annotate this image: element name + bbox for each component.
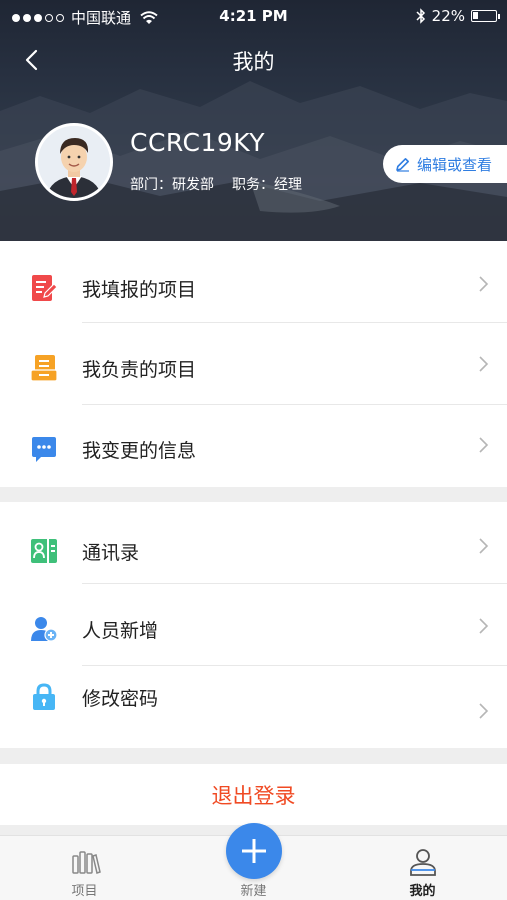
- tab-mine[interactable]: 我的: [338, 836, 507, 900]
- menu-group-projects: 我填报的项目 我负责的项目 我变更的信息: [0, 241, 507, 487]
- menu-item-label: 修改密码: [82, 688, 159, 710]
- username: CCRC19KY: [130, 128, 266, 157]
- menu-item-change-password[interactable]: 修改密码: [0, 666, 507, 748]
- menu-item-responsible-projects[interactable]: 我负责的项目: [0, 323, 507, 405]
- menu-item-label: 我变更的信息: [82, 440, 197, 462]
- menu-item-label: 通讯录: [82, 542, 140, 564]
- status-right: 22%: [416, 7, 500, 25]
- avatar[interactable]: [35, 123, 113, 201]
- department-label: 部门：研发部: [130, 177, 214, 193]
- chevron-right-icon: [479, 276, 489, 292]
- logout-button[interactable]: 退出登录: [0, 764, 507, 825]
- chevron-right-icon: [479, 437, 489, 453]
- person-icon: [409, 849, 436, 876]
- chat-bubble-icon: [32, 437, 56, 462]
- chevron-right-icon: [479, 618, 489, 634]
- tab-projects[interactable]: 项目: [0, 836, 169, 900]
- chevron-right-icon: [479, 538, 489, 554]
- bluetooth-icon: [416, 8, 425, 24]
- pencil-icon: [396, 158, 409, 172]
- tab-label: 我的: [409, 884, 436, 899]
- page-title: 我的: [232, 50, 275, 74]
- user-add-icon: [31, 617, 58, 642]
- chevron-right-icon: [479, 703, 489, 719]
- menu-item-contacts[interactable]: 通讯录: [0, 502, 507, 584]
- battery-icon: [471, 10, 500, 22]
- profile-header: 中国联通 4:21 PM 22% 我的 CCRC19KY 部门：研发部 职务：经…: [0, 0, 507, 241]
- edit-profile-label: 编辑或查看: [417, 155, 493, 174]
- menu-item-label: 人员新增: [82, 620, 159, 642]
- menu-item-label: 我填报的项目: [82, 279, 197, 301]
- edit-profile-button[interactable]: 编辑或查看: [383, 145, 507, 183]
- status-bar: 中国联通 4:21 PM 22%: [0, 0, 507, 32]
- contacts-icon: [31, 539, 57, 563]
- menu-item-changed-info[interactable]: 我变更的信息: [0, 405, 507, 487]
- menu-item-filled-projects[interactable]: 我填报的项目: [0, 241, 507, 323]
- lock-icon: [33, 683, 55, 710]
- create-new-button[interactable]: [226, 823, 282, 879]
- tab-label: 项目: [71, 884, 98, 899]
- chevron-right-icon: [479, 356, 489, 372]
- menu-item-add-person[interactable]: 人员新增: [0, 584, 507, 666]
- document-stack-icon: [30, 355, 58, 382]
- battery-percent: 22%: [431, 7, 465, 25]
- menu-item-label: 我负责的项目: [82, 359, 197, 381]
- tab-label: 新建: [240, 884, 267, 899]
- books-icon: [71, 851, 101, 874]
- battery-fill: [473, 12, 478, 19]
- avatar-illustration: [38, 126, 110, 198]
- position-label: 职务：经理: [232, 177, 302, 193]
- user-meta: 部门：研发部 职务：经理: [130, 174, 302, 194]
- menu-group-account: 通讯录 人员新增 修改密码: [0, 502, 507, 748]
- plus-icon: [242, 839, 266, 863]
- form-edit-icon: [32, 275, 58, 301]
